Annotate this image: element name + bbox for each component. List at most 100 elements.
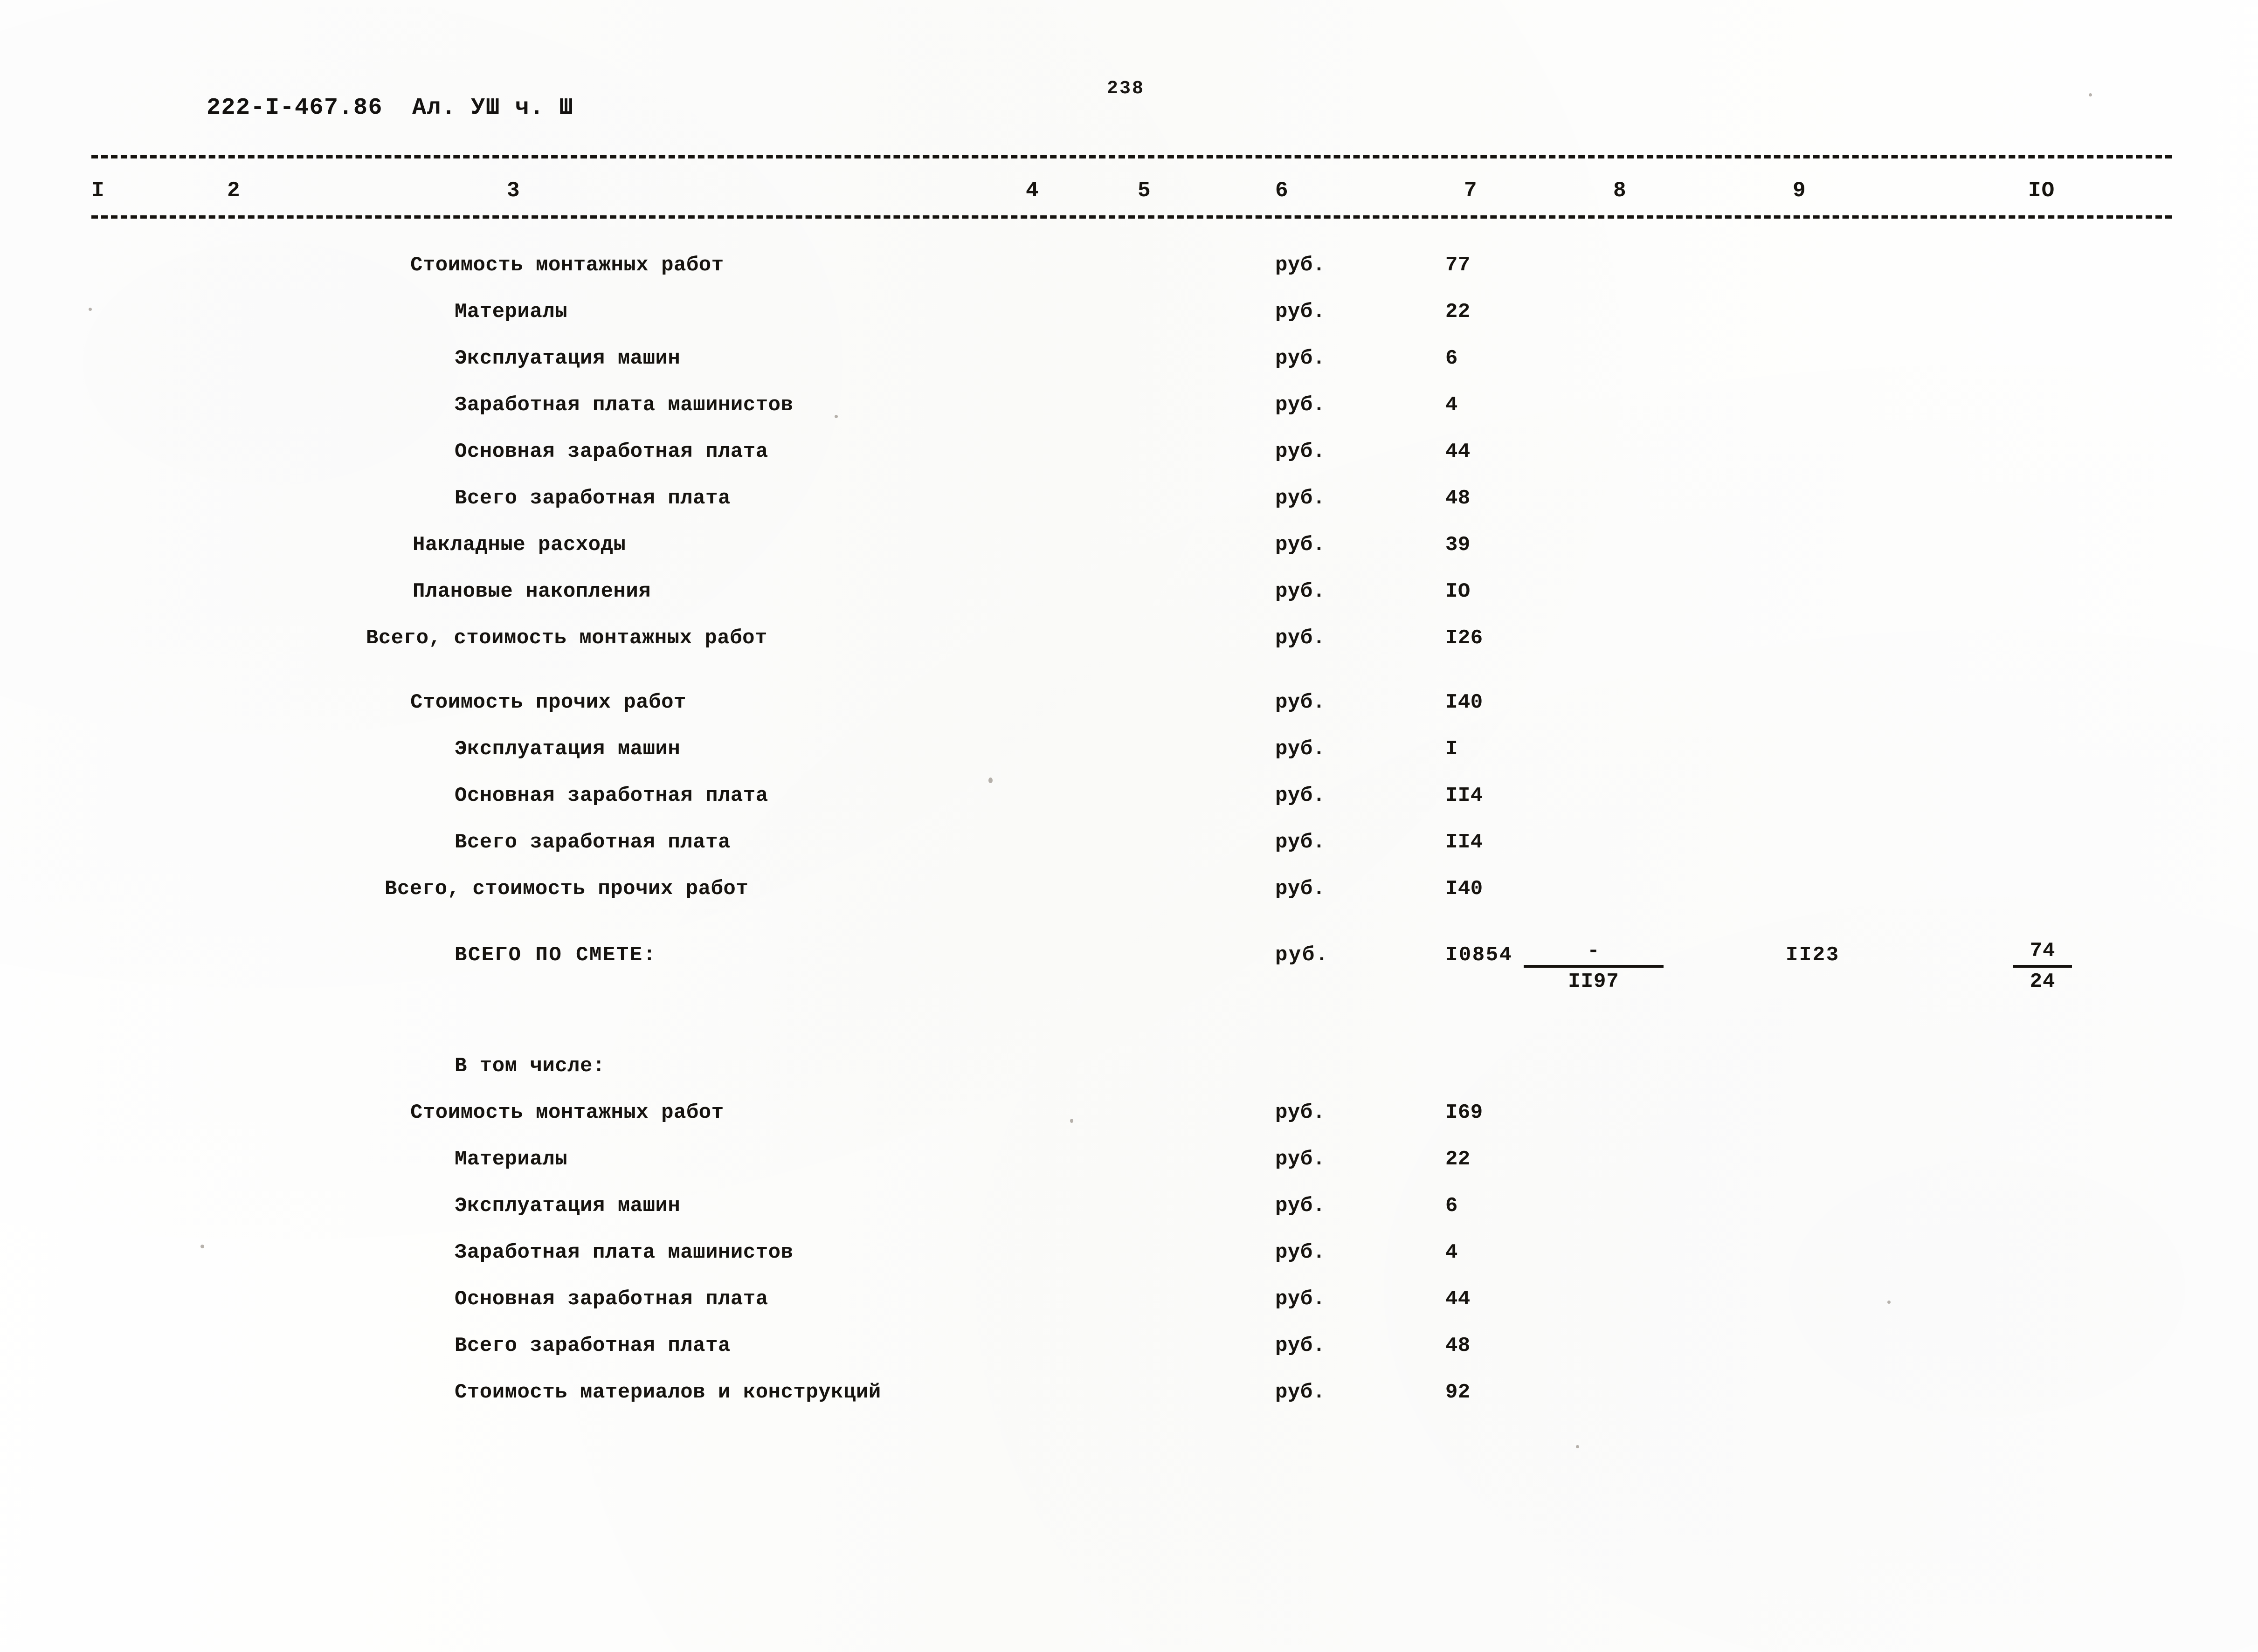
row-label: Всего, стоимость прочих работ (385, 877, 749, 901)
document-code-header: 222-I-467.86 Ал. УШ ч. Ш (207, 95, 574, 121)
column-number-strip: I 2 3 4 5 6 7 8 9 IO (0, 179, 2258, 215)
row-value-col7: I40 (1445, 877, 1483, 901)
table-rule-bottom (91, 215, 2172, 219)
row-value-col7: I0854 (1445, 943, 1513, 967)
table-row: Материалы руб. 22 (0, 1146, 2258, 1173)
scan-speck (200, 1245, 204, 1248)
page-number: 238 (1107, 78, 1145, 99)
row-unit: руб. (1275, 1241, 1326, 1264)
table-row: В том числе: (0, 1053, 2258, 1080)
table-row: Стоимость монтажных работ руб. 77 (0, 252, 2258, 279)
row-label: Заработная плата машинистов (455, 393, 794, 417)
row-label: Стоимость прочих работ (410, 691, 686, 714)
row-unit: руб. (1275, 1287, 1326, 1311)
column-number: 3 (507, 179, 520, 203)
scan-speck (988, 778, 993, 783)
row-value-col7: 48 (1445, 1334, 1471, 1357)
row-unit: руб. (1275, 487, 1326, 510)
row-unit: руб. (1275, 1334, 1326, 1357)
row-value-col7: 4 (1445, 393, 1458, 417)
row-label: Материалы (455, 300, 568, 324)
column-number: 7 (1464, 179, 1478, 203)
row-label: Стоимость монтажных работ (410, 254, 724, 277)
row-label: В том числе: (455, 1054, 605, 1078)
row-label: Стоимость материалов и конструкций (455, 1381, 881, 1404)
row-unit: руб. (1275, 737, 1326, 761)
row-value-col7: 92 (1445, 1381, 1471, 1404)
row-label: Всего заработная плата (455, 831, 731, 854)
row-unit: руб. (1275, 254, 1326, 277)
column-number: 8 (1613, 179, 1627, 203)
row-label: Заработная плата машинистов (455, 1241, 794, 1264)
row-label: Материалы (455, 1148, 568, 1171)
row-value-col7: 39 (1445, 533, 1471, 557)
table-rule-top (91, 155, 2172, 158)
row-label: Эксплуатация машин (455, 737, 681, 761)
scan-speck (1070, 1119, 1073, 1123)
row-value-col10-denominator: 24 (2030, 970, 2056, 993)
column-number: 2 (227, 179, 241, 203)
table-row: Плановые накопления руб. IO (0, 578, 2258, 605)
row-label: Плановые накопления (413, 580, 651, 603)
row-unit: руб. (1275, 1148, 1326, 1171)
row-value-col7: I69 (1445, 1101, 1483, 1124)
row-unit: руб. (1275, 691, 1326, 714)
scan-speck (1576, 1445, 1579, 1448)
row-unit: руб. (1275, 440, 1326, 463)
scan-speck (89, 308, 92, 311)
row-value-col7: IO (1445, 580, 1471, 603)
row-value-col7: 22 (1445, 300, 1471, 324)
row-value-col7: I26 (1445, 626, 1483, 650)
row-unit: руб. (1275, 580, 1326, 603)
row-unit: руб. (1275, 1381, 1326, 1404)
row-label: Основная заработная плата (455, 440, 768, 463)
row-unit: руб. (1275, 877, 1326, 901)
row-value-col8: - II97 (1524, 938, 1664, 995)
row-label: Основная заработная плата (455, 784, 768, 807)
row-value-col7: II4 (1445, 831, 1483, 854)
column-number: 4 (1026, 179, 1039, 203)
row-label: Эксплуатация машин (455, 1194, 681, 1218)
table-row: Заработная плата машинистов руб. 4 (0, 1239, 2258, 1266)
table-row: Эксплуатация машин руб. I (0, 736, 2258, 763)
row-unit: руб. (1275, 1194, 1326, 1218)
row-label: Основная заработная плата (455, 1287, 768, 1311)
row-unit: руб. (1275, 1101, 1326, 1124)
row-value-col7: 77 (1445, 254, 1471, 277)
row-label: Стоимость монтажных работ (410, 1101, 724, 1124)
table-row: Всего, стоимость монтажных работ руб. I26 (0, 625, 2258, 652)
table-row: Основная заработная плата руб. 44 (0, 438, 2258, 465)
table-row: Стоимость прочих работ руб. I40 (0, 689, 2258, 716)
table-row: Всего, стоимость прочих работ руб. I40 (0, 875, 2258, 902)
row-value-col7: 44 (1445, 1287, 1471, 1311)
column-number: I (91, 179, 105, 203)
table-row: Эксплуатация машин руб. 6 (0, 1192, 2258, 1219)
table-row: Заработная плата машинистов руб. 4 (0, 392, 2258, 419)
row-unit: руб. (1275, 533, 1326, 557)
table-row: Основная заработная плата руб. II4 (0, 782, 2258, 809)
row-label: Всего заработная плата (455, 1334, 731, 1357)
row-value-col8-denominator: II97 (1568, 970, 1619, 993)
row-value-col9: II23 (1786, 943, 1840, 967)
row-value-col7: I40 (1445, 691, 1483, 714)
row-label: Накладные расходы (413, 533, 626, 557)
row-label: Эксплуатация машин (455, 347, 681, 370)
row-value-col7: 6 (1445, 1194, 1458, 1218)
table-row: ВСЕГО ПО СМЕТЕ: руб. I0854 II23 - II97 74 24 (0, 939, 2258, 993)
table-row: Накладные расходы руб. 39 (0, 531, 2258, 558)
row-value-col10-numerator: 74 (2013, 938, 2072, 968)
row-value-col7: II4 (1445, 784, 1483, 807)
row-unit: руб. (1275, 831, 1326, 854)
table-row: Стоимость монтажных работ руб. I69 (0, 1099, 2258, 1126)
column-number: 6 (1275, 179, 1289, 203)
column-number: 5 (1138, 179, 1151, 203)
row-unit: руб. (1275, 784, 1326, 807)
row-unit: руб. (1275, 300, 1326, 324)
table-row: Эксплуатация машин руб. 6 (0, 345, 2258, 372)
table-row: Всего заработная плата руб. 48 (0, 485, 2258, 512)
table-row: Стоимость материалов и конструкций руб. 92 (0, 1379, 2258, 1406)
table-row: Всего заработная плата руб. II4 (0, 829, 2258, 856)
row-value-col10: 74 24 (2013, 938, 2072, 995)
table-row: Материалы руб. 22 (0, 298, 2258, 325)
row-unit: руб. (1275, 393, 1326, 417)
